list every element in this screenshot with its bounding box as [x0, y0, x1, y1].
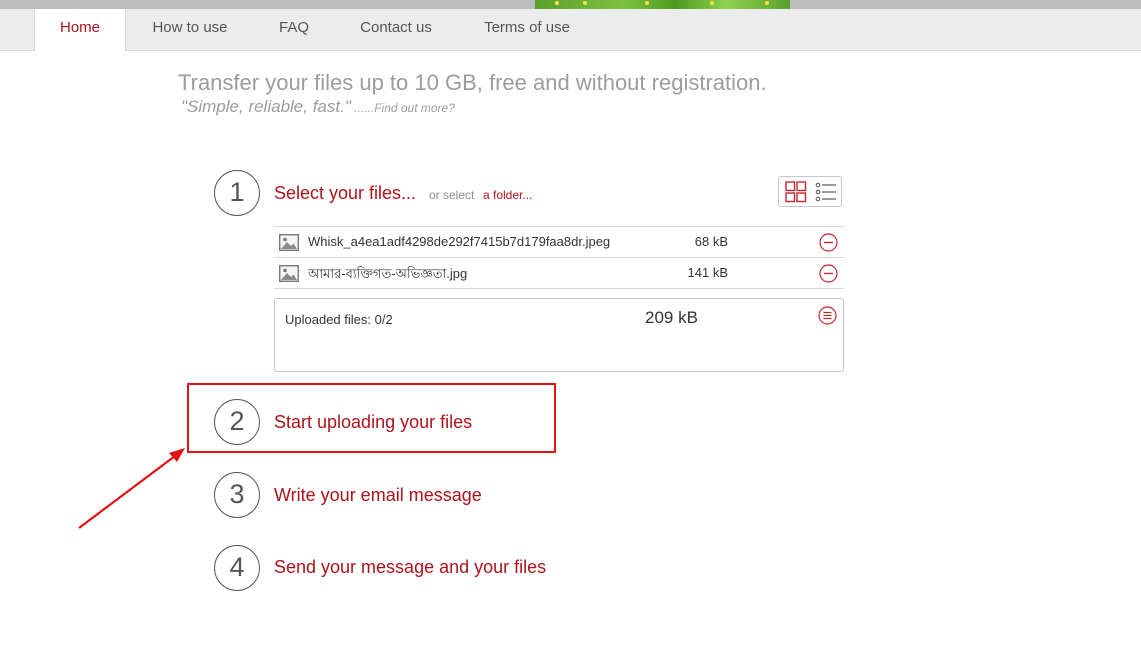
file-list: Whisk_a4ea1adf4298de292f7415b7d179faa8dr… — [274, 226, 844, 289]
select-folder-link[interactable]: a folder... — [483, 188, 532, 202]
image-file-icon — [278, 264, 300, 283]
highlight-box — [187, 383, 556, 453]
view-toggle — [778, 176, 842, 207]
file-row: আমার-ব্যক্তিগত-অভিজ্ঞতা.jpg 141 kB — [274, 258, 844, 289]
remove-file-icon[interactable] — [819, 233, 838, 252]
uploaded-count: Uploaded files: 0/2 — [285, 312, 393, 327]
step-4-number: 4 — [214, 545, 260, 591]
select-files-link[interactable]: Select your files... — [274, 183, 416, 204]
grass-banner-image — [535, 0, 790, 9]
slogan-line: "Simple, reliable, fast." ......Find out… — [181, 97, 455, 117]
nav-terms-of-use[interactable]: Terms of use — [471, 9, 583, 50]
step-3-number: 3 — [214, 472, 260, 518]
find-out-more-link[interactable]: ......Find out more? — [351, 101, 455, 115]
upload-summary-panel: Uploaded files: 0/2 209 kB — [274, 298, 844, 372]
nav-faq[interactable]: FAQ — [266, 9, 322, 50]
list-view-icon[interactable] — [814, 181, 838, 203]
grid-view-icon[interactable] — [784, 181, 808, 203]
or-select-text: or select — [429, 188, 475, 202]
step-1-number: 1 — [214, 170, 260, 216]
file-name: Whisk_a4ea1adf4298de292f7415b7d179faa8dr… — [308, 234, 611, 249]
top-banner-strip — [0, 0, 1141, 9]
annotation-arrow-icon — [78, 448, 185, 529]
image-file-icon — [278, 233, 300, 252]
nav-home[interactable]: Home — [34, 9, 126, 51]
send-message-link[interactable]: Send your message and your files — [274, 557, 546, 578]
total-size: 209 kB — [645, 308, 698, 327]
slogan: "Simple, reliable, fast." — [181, 97, 351, 116]
file-name: আমার-ব্যক্তিগত-অভিজ্ঞতা.jpg — [308, 266, 468, 281]
nav-how-to-use[interactable]: How to use — [138, 9, 242, 50]
write-message-link[interactable]: Write your email message — [274, 485, 482, 506]
page-tagline: Transfer your files up to 10 GB, free an… — [178, 70, 767, 95]
main-nav: Home How to use FAQ Contact us Terms of … — [0, 9, 1141, 51]
file-size: 141 kB — [687, 265, 728, 280]
file-row: Whisk_a4ea1adf4298de292f7415b7d179faa8dr… — [274, 227, 844, 258]
nav-contact-us[interactable]: Contact us — [346, 9, 446, 50]
remove-file-icon[interactable] — [819, 264, 838, 283]
file-size: 68 kB — [694, 234, 728, 249]
summary-menu-icon[interactable] — [818, 306, 837, 325]
